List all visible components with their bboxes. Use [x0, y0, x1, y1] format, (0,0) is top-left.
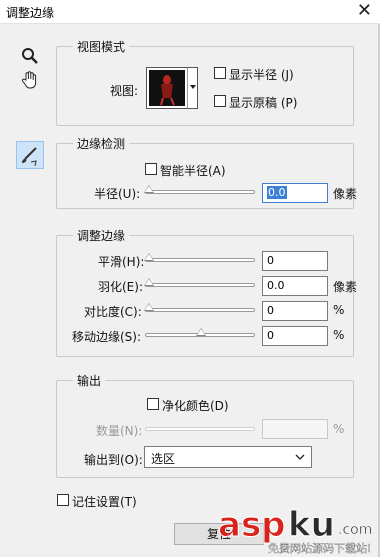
feather-slider-thumb[interactable]	[144, 278, 154, 286]
output-to-select[interactable]: 选区	[144, 446, 312, 468]
contrast-unit: %	[333, 303, 345, 317]
edge-detection-legend: 边缘检测	[77, 137, 126, 151]
radius-unit: 像素	[333, 187, 358, 201]
smart-radius-label: 智能半径(A)	[160, 164, 226, 178]
refine-edge-dialog: 调整边缘 ✕ 视图模式 视图: 显示半径 (J) 显示原稿 (P) 边缘检测 智…	[0, 0, 380, 557]
amount-input	[262, 419, 328, 439]
contrast-input[interactable]: 0	[262, 301, 328, 321]
view-dropdown-arrow[interactable]	[187, 68, 197, 108]
smart-radius-checkbox[interactable]	[145, 163, 157, 175]
chevron-down-icon	[295, 454, 305, 460]
decontaminate-checkbox[interactable]	[147, 398, 159, 410]
shift-edge-input[interactable]: 0	[262, 326, 328, 346]
amount-slider	[145, 427, 255, 431]
radius-slider-thumb[interactable]	[144, 185, 154, 193]
remember-settings-checkbox[interactable]	[57, 494, 69, 506]
contrast-label: 对比度(C):	[84, 305, 142, 319]
title-bar: 调整边缘 ✕	[0, 0, 380, 24]
amount-unit: %	[333, 422, 345, 436]
show-radius-label: 显示半径 (J)	[229, 68, 294, 82]
output-to-value: 选区	[151, 452, 176, 466]
shift-edge-label: 移动边缘(S):	[72, 330, 142, 344]
svg-text:免费网站源码下载站!: 免费网站源码下载站!	[268, 541, 371, 555]
feather-unit: 像素	[333, 280, 358, 294]
chevron-down-icon	[190, 85, 196, 89]
view-thumbnail	[149, 70, 185, 106]
show-original-label: 显示原稿 (P)	[229, 96, 298, 110]
adjust-edge-legend: 调整边缘	[77, 229, 126, 243]
svg-text:ku: ku	[288, 505, 335, 545]
view-label: 视图:	[110, 84, 139, 98]
shift-edge-unit: %	[333, 328, 345, 342]
feather-input[interactable]: 0.0	[262, 276, 328, 296]
site-watermark: asp ku .com 免费网站源码下载站!	[214, 500, 378, 556]
radius-label: 半径(U):	[94, 187, 141, 201]
smooth-input[interactable]: 0	[262, 251, 328, 271]
feather-slider[interactable]	[144, 278, 255, 287]
remember-settings-label: 记住设置(T)	[72, 495, 137, 509]
view-mode-selector[interactable]	[146, 67, 198, 109]
view-mode-group: 视图模式	[56, 38, 354, 126]
output-to-label: 输出到(O):	[84, 453, 143, 467]
contrast-slider[interactable]	[144, 303, 255, 312]
feather-label: 羽化(E):	[98, 280, 143, 294]
svg-text:.com: .com	[338, 522, 372, 538]
contrast-slider-thumb[interactable]	[144, 303, 154, 311]
radius-input[interactable]: 0.0	[262, 183, 328, 203]
amount-label: 数量(N):	[96, 424, 143, 438]
smooth-label: 平滑(H):	[98, 255, 145, 269]
shift-edge-slider[interactable]	[145, 328, 255, 337]
close-icon[interactable]: ✕	[357, 1, 372, 21]
radius-slider[interactable]	[144, 185, 255, 194]
hand-icon[interactable]	[16, 66, 44, 94]
shift-edge-slider-thumb[interactable]	[196, 328, 206, 336]
show-original-checkbox[interactable]	[214, 95, 226, 107]
smooth-slider[interactable]	[144, 253, 255, 262]
smooth-slider-thumb[interactable]	[144, 253, 154, 261]
output-legend: 输出	[77, 374, 102, 388]
view-mode-legend: 视图模式	[77, 40, 126, 54]
refine-radius-brush-icon[interactable]	[16, 141, 44, 169]
decontaminate-label: 净化颜色(D)	[162, 399, 229, 413]
dialog-title: 调整边缘	[6, 6, 55, 20]
show-radius-checkbox[interactable]	[214, 67, 226, 79]
svg-text:asp: asp	[218, 505, 286, 545]
